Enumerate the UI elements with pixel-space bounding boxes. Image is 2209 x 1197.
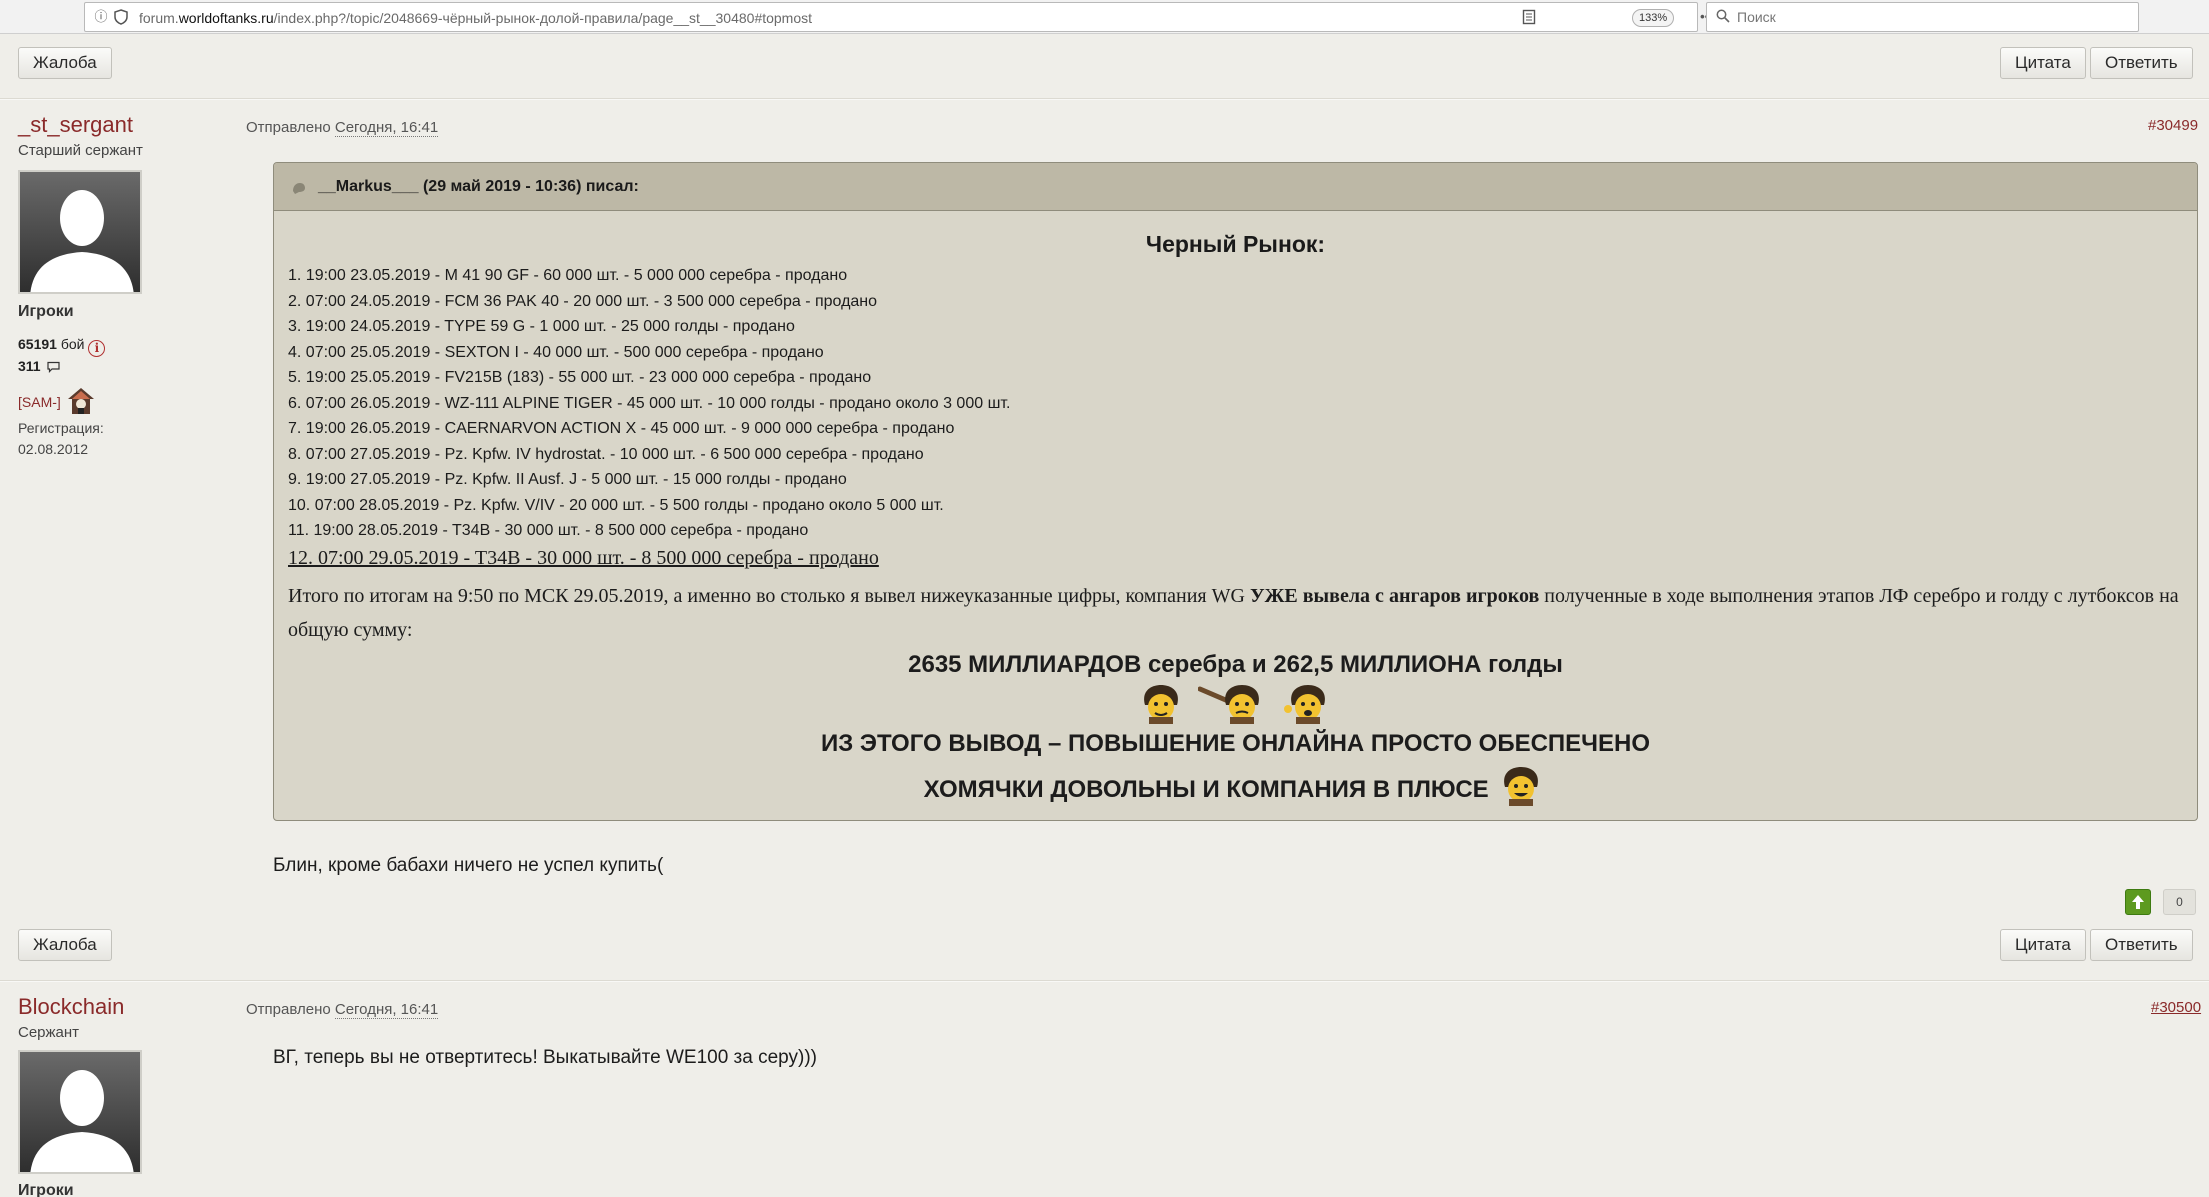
vote-up-button[interactable]: [2125, 889, 2151, 915]
battles-count: 65191 бой i: [18, 336, 106, 357]
caveman-dance-smiley-icon: [1283, 685, 1325, 724]
registration-date: 02.08.2012: [18, 441, 89, 457]
url-text[interactable]: forum.worldoftanks.ru/index.php?/topic/2…: [139, 10, 812, 26]
post-body-text: Блин, кроме бабахи ничего не успел купит…: [273, 855, 664, 876]
conclusion-line-2: ХОМЯЧКИ ДОВОЛЬНЫ И КОМПАНИЯ В ПЛЮСЕ: [274, 765, 2197, 807]
author-group: Игроки: [18, 1182, 74, 1197]
separator: [0, 980, 2209, 982]
summary-paragraph: Итого по итогам на 9:50 по МСК 29.05.201…: [288, 585, 2179, 641]
avatar-silhouette-icon: [30, 190, 134, 292]
conclusion-line-1: ИЗ ЭТОГО ВЫВОД – ПОВЫШЕНИЕ ОНЛАЙНА ПРОСТ…: [820, 730, 1651, 757]
avatar[interactable]: [18, 1050, 142, 1174]
quote-button[interactable]: Цитата: [2000, 929, 2086, 961]
post-date: Отправлено Сегодня, 16:41: [246, 1001, 439, 1019]
author-rank: Старший сержант: [18, 142, 143, 159]
list-item: 10. 07:00 28.05.2019 - Pz. Kpfw. V/IV - …: [288, 496, 944, 514]
quote-button[interactable]: Цитата: [2000, 47, 2086, 79]
caveman-grin-smiley-icon: [1504, 767, 1539, 806]
list-item: 1. 19:00 23.05.2019 - M 41 90 GF - 60 00…: [288, 267, 848, 284]
smiley-row: [274, 683, 2197, 725]
author-name[interactable]: Blockchain: [18, 994, 124, 1020]
author-group: Игроки: [18, 303, 74, 320]
post-date: Отправлено Сегодня, 16:41: [246, 119, 439, 137]
clan-tag[interactable]: [SAM-]: [18, 394, 61, 410]
caveman-smiley-icon: [1144, 685, 1178, 724]
info-icon[interactable]: ⓘ: [93, 9, 109, 25]
author-rank: Сержант: [18, 1024, 80, 1041]
quote-icon: [293, 183, 305, 194]
market-list: 1. 19:00 23.05.2019 - M 41 90 GF - 60 00…: [288, 263, 1010, 544]
zoom-level-badge[interactable]: 133%: [1632, 9, 1675, 27]
arrow-up-icon: [2132, 895, 2144, 909]
address-bar[interactable]: ⓘ forum.worldoftanks.ru/index.php?/topic…: [84, 2, 1769, 32]
list-item: 9. 19:00 27.05.2019 - Pz. Kpfw. II Ausf.…: [288, 471, 847, 488]
info-icon[interactable]: i: [88, 340, 106, 357]
post-body-text: ВГ, теперь вы не отвертитесь! Выкатывайт…: [273, 1047, 818, 1068]
list-item: 8. 07:00 27.05.2019 - Pz. Kpfw. IV hydro…: [288, 445, 924, 463]
comment-icon: [47, 361, 61, 373]
browser-toolbar: ⓘ forum.worldoftanks.ru/index.php?/topic…: [0, 0, 2209, 34]
reader-view-icon[interactable]: [1521, 9, 1537, 25]
registration-label: Регистрация:: [18, 420, 104, 436]
caveman-club-smiley-icon: [1197, 685, 1259, 724]
list-item: 5. 19:00 25.05.2019 - FV215B (183) - 55 …: [288, 369, 872, 386]
list-item: 3. 19:00 24.05.2019 - TYPE 59 G - 1 000 …: [288, 318, 795, 335]
quote-header: __Markus___ (29 май 2019 - 10:36) писал:: [274, 163, 2197, 211]
author-name[interactable]: _st_sergant: [18, 112, 133, 138]
search-input[interactable]: [1737, 7, 2127, 27]
total-amount: 2635 МИЛЛИАРДОВ серебра и 262,5 МИЛЛИОНА…: [908, 651, 1563, 678]
report-button[interactable]: Жалоба: [18, 47, 112, 79]
list-item: 6. 07:00 26.05.2019 - WZ-111 ALPINE TIGE…: [288, 394, 1011, 412]
search-icon: [1716, 9, 1730, 26]
quote-citation: __Markus___ (29 май 2019 - 10:36) писал:: [318, 178, 639, 195]
list-item: 11. 19:00 28.05.2019 - T34B - 30 000 шт.…: [288, 522, 809, 539]
separator: [0, 98, 2209, 100]
post-number-link[interactable]: #30499: [2148, 117, 2198, 134]
post-time[interactable]: Сегодня, 16:41: [334, 1001, 439, 1019]
quote-title: Черный Рынок:: [1145, 231, 1326, 257]
shield-icon[interactable]: [113, 9, 129, 25]
avatar[interactable]: [18, 170, 142, 294]
list-item-12: 12. 07:00 29.05.2019 - T34B - 30 000 шт.…: [288, 547, 879, 569]
post-number-link[interactable]: #30500: [2151, 999, 2201, 1016]
reply-button[interactable]: Ответить: [2090, 47, 2193, 79]
avatar-silhouette-icon: [30, 1070, 134, 1172]
search-bar[interactable]: [1706, 2, 2139, 32]
clan-emblem-icon[interactable]: [66, 386, 96, 416]
post-time[interactable]: Сегодня, 16:41: [334, 119, 439, 137]
posts-count: 311: [18, 358, 61, 374]
list-item: 2. 07:00 24.05.2019 - FCM 36 PAK 40 - 20…: [288, 292, 878, 310]
report-button[interactable]: Жалоба: [18, 929, 112, 961]
reply-button[interactable]: Ответить: [2090, 929, 2193, 961]
quote-block: __Markus___ (29 май 2019 - 10:36) писал:…: [273, 162, 2198, 821]
vote-count: 0: [2163, 889, 2196, 915]
list-item: 4. 07:00 25.05.2019 - SEXTON I - 40 000 …: [288, 343, 824, 361]
list-item: 7. 19:00 26.05.2019 - CAERNARVON ACTION …: [288, 420, 955, 437]
